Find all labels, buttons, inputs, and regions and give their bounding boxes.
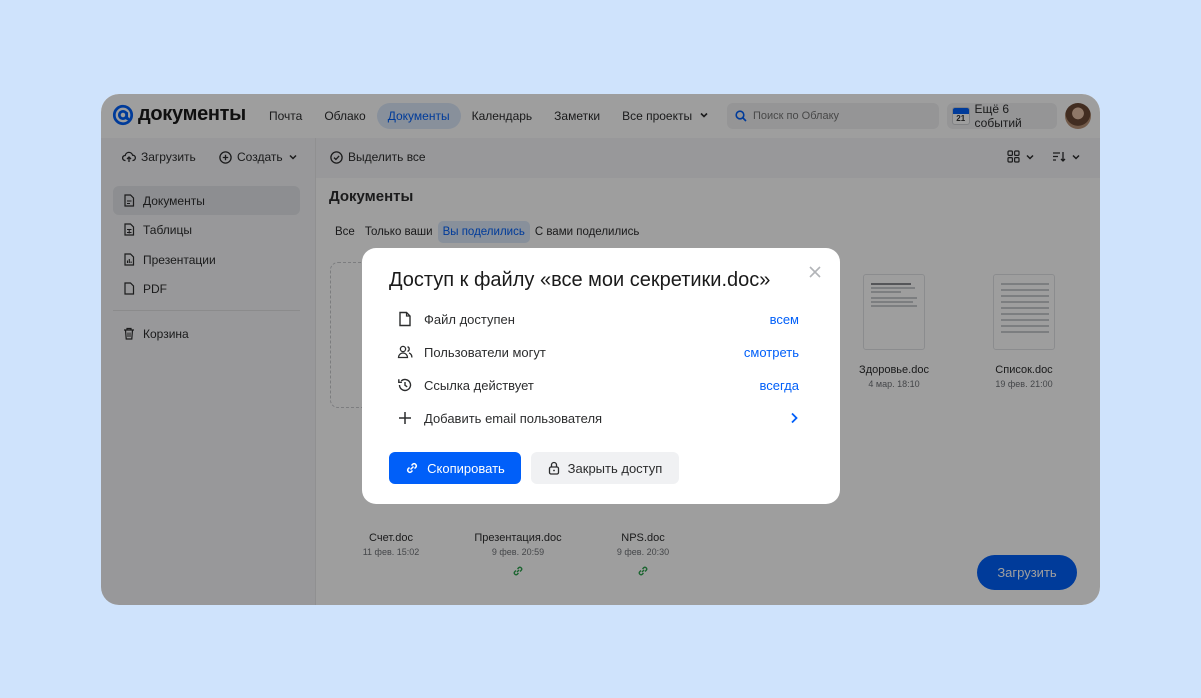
row-label: Добавить email пользователя (424, 410, 603, 426)
availability-value-link[interactable]: всем (770, 312, 799, 327)
chevron-right-icon (791, 412, 798, 424)
link-icon (407, 462, 418, 474)
add-email-row[interactable]: Добавить email пользователя (397, 407, 799, 429)
close-icon[interactable] (808, 265, 822, 279)
users-icon (397, 345, 413, 359)
expiry-value-link[interactable]: всегда (760, 378, 799, 393)
history-icon (398, 378, 412, 392)
close-access-label: Закрыть доступ (567, 460, 663, 476)
file-icon (399, 311, 411, 327)
plus-icon (399, 412, 411, 424)
permissions-value-link[interactable]: смотреть (744, 345, 799, 360)
share-access-dialog: Доступ к файлу «все мои секретики.doc» Ф… (362, 248, 840, 504)
copy-link-button[interactable]: Скопировать (389, 452, 521, 484)
access-row-availability[interactable]: Файл доступен всем (397, 308, 799, 330)
dialog-title: Доступ к файлу «все мои секретики.doc» (389, 269, 771, 291)
row-label: Файл доступен (424, 311, 515, 327)
copy-label: Скопировать (427, 460, 505, 476)
row-label: Ссылка действует (424, 377, 534, 393)
close-access-button[interactable]: Закрыть доступ (531, 452, 679, 484)
lock-icon (548, 461, 559, 475)
access-row-expiry[interactable]: Ссылка действует всегда (397, 374, 799, 396)
access-row-permissions[interactable]: Пользователи могут смотреть (397, 341, 799, 363)
row-label: Пользователи могут (424, 344, 546, 360)
